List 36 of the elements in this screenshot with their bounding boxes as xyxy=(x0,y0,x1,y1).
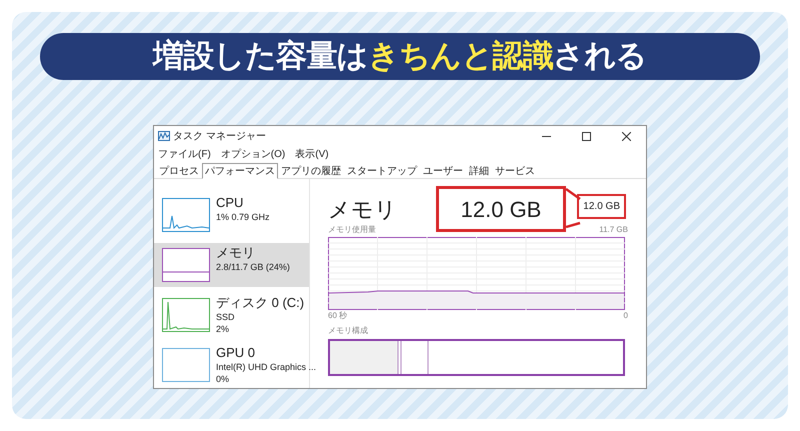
tab[interactable]: プロセス xyxy=(156,163,202,178)
tab[interactable]: アプリの履歴 xyxy=(278,163,344,178)
item-detail: 1% 0.79 GHz xyxy=(216,211,270,223)
banner-title: 増設した容量はきちんと認識される xyxy=(153,37,647,76)
chart-max-label: 11.7 GB xyxy=(599,224,628,236)
item-detail: 0% xyxy=(216,373,230,385)
section-title: メモリ xyxy=(328,197,397,223)
menu-item[interactable]: オプション(O) xyxy=(220,147,286,162)
tab[interactable]: スタートアップ xyxy=(344,163,420,178)
sidebar-item[interactable]: CPU 1% 0.79 GHz xyxy=(154,193,309,237)
item-name: CPU xyxy=(216,195,244,211)
time-axis-label: 0 xyxy=(624,310,628,322)
tab[interactable]: パフォーマンス xyxy=(202,163,278,179)
tab[interactable]: ユーザー xyxy=(420,163,466,178)
tab[interactable]: 詳細 xyxy=(466,163,492,178)
close-icon xyxy=(622,132,630,140)
window-title: タスク マネージャー xyxy=(173,130,266,144)
item-name: GPU 0 xyxy=(216,345,256,361)
item-detail: 2.8/11.7 GB (24%) xyxy=(216,261,290,273)
item-detail: 2% xyxy=(216,323,230,335)
app-icon xyxy=(158,131,170,141)
chart-label: メモリ構成 xyxy=(328,325,369,337)
item-name: メモリ xyxy=(216,245,256,261)
tab[interactable]: サービス xyxy=(492,163,538,178)
menu-item[interactable]: ファイル(F) xyxy=(158,147,211,162)
item-name: ディスク 0 (C:) xyxy=(216,295,304,311)
item-detail: SSD xyxy=(216,311,236,323)
item-detail: Intel(R) UHD Graphics ... xyxy=(216,361,316,373)
callout-text: 12.0 GB xyxy=(460,196,542,224)
sidebar-item[interactable]: ディスク 0 (C:) SSD 2% xyxy=(154,293,309,337)
sidebar-item[interactable]: メモリ 2.8/11.7 GB (24%) xyxy=(154,243,309,287)
total-memory-label: 12.0 GB xyxy=(577,194,626,219)
chart-label: メモリ使用量 xyxy=(328,224,376,236)
menu-item[interactable]: 表示(V) xyxy=(295,147,329,162)
time-axis-label: 60 秒 xyxy=(328,310,348,322)
maximize-icon xyxy=(582,132,590,140)
